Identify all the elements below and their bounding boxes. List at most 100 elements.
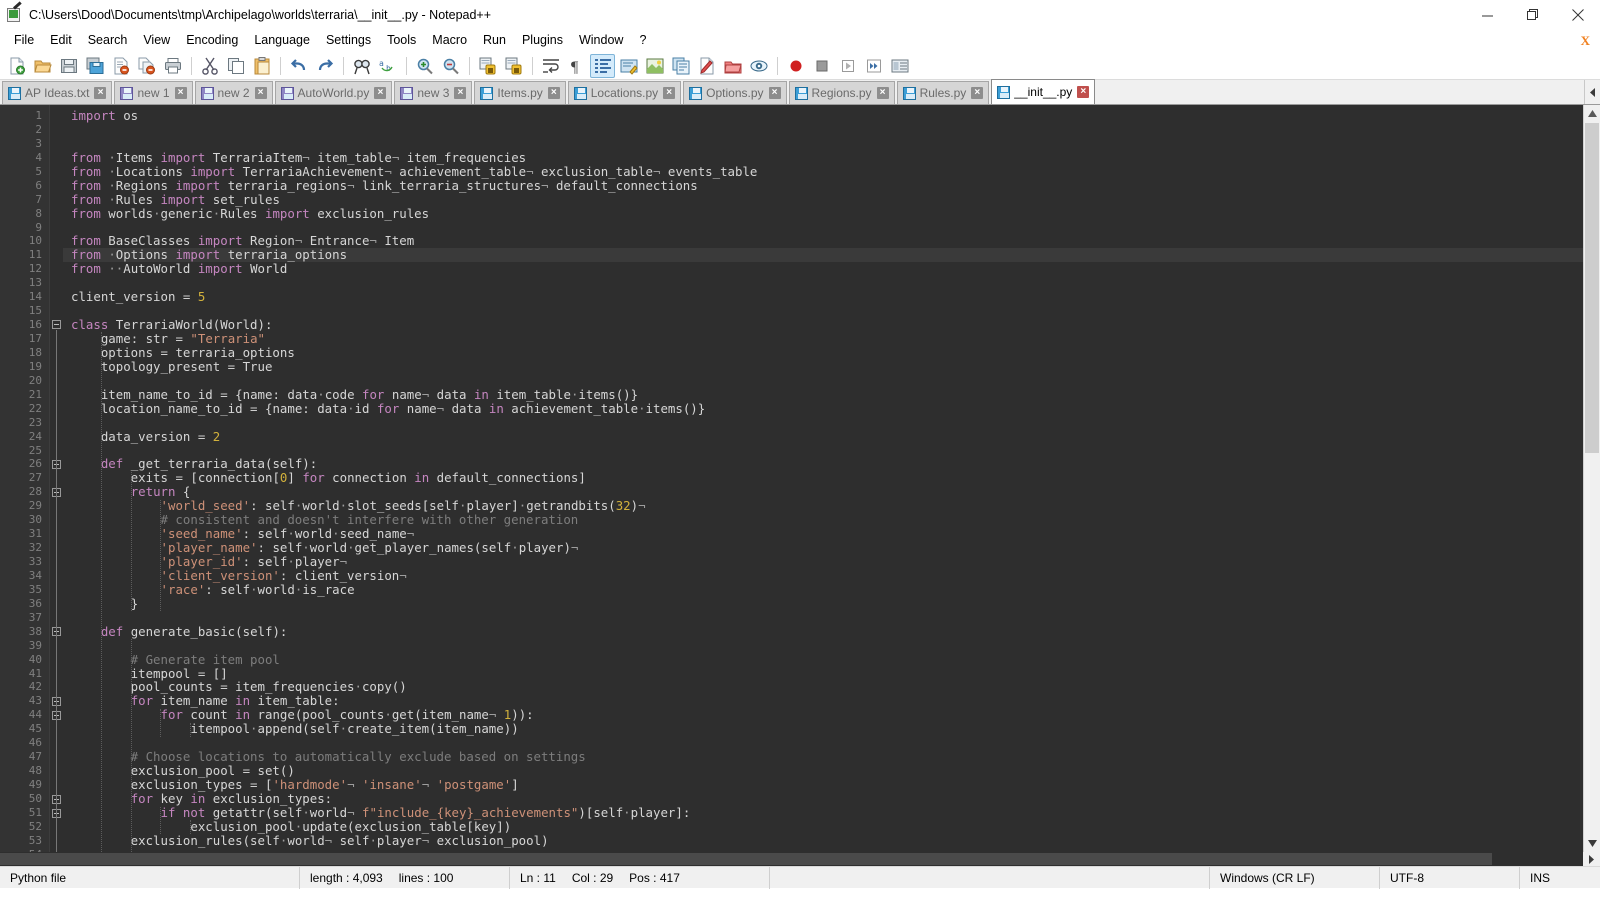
restore-button[interactable] <box>1510 0 1555 30</box>
code-line[interactable]: for count in range(pool_counts·get(item_… <box>63 708 1600 722</box>
sync-horizontal-icon[interactable] <box>501 54 526 78</box>
tab-close-button[interactable]: × <box>877 87 889 99</box>
code-line[interactable]: from ·Options import terraria_options <box>63 248 1600 262</box>
vertical-scrollbar[interactable] <box>1583 105 1600 852</box>
tab-ap-ideas-txt[interactable]: AP Ideas.txt × <box>2 81 112 104</box>
code-line[interactable]: } <box>63 597 1600 611</box>
code-line[interactable]: client_version = 5 <box>63 290 1600 304</box>
stop-macro-icon[interactable] <box>809 54 834 78</box>
code-line[interactable] <box>63 736 1600 750</box>
menu-search[interactable]: Search <box>80 31 136 51</box>
code-line[interactable] <box>63 416 1600 430</box>
close-file-icon[interactable] <box>108 54 133 78</box>
menu-plugins[interactable]: Plugins <box>514 31 571 51</box>
code-line[interactable]: pool_counts = item_frequencies·copy() <box>63 680 1600 694</box>
code-line[interactable]: import os <box>63 109 1600 123</box>
code-line[interactable]: class TerrariaWorld(World): <box>63 318 1600 332</box>
cut-icon[interactable] <box>197 54 222 78</box>
code-line[interactable]: 'client_version': client_version¬ <box>63 569 1600 583</box>
horizontal-scrollbar[interactable] <box>0 852 1583 866</box>
code-line[interactable]: # Generate item pool <box>63 653 1600 667</box>
paste-icon[interactable] <box>249 54 274 78</box>
zoom-in-icon[interactable] <box>412 54 437 78</box>
scroll-up-arrow[interactable] <box>1584 105 1600 122</box>
code-line[interactable]: from ·Items import TerrariaItem¬ item_ta… <box>63 151 1600 165</box>
show-all-chars-icon[interactable]: ¶ <box>564 54 589 78</box>
code-line[interactable]: for item_name in item_table: <box>63 694 1600 708</box>
word-wrap-icon[interactable] <box>538 54 563 78</box>
horizontal-scroll-thumb[interactable] <box>0 853 1492 865</box>
tab-new-2[interactable]: new 2 × <box>195 81 273 104</box>
code-text-area[interactable]: import os from ·Items import TerrariaIte… <box>63 105 1600 866</box>
tab-close-button[interactable]: × <box>971 87 983 99</box>
code-line[interactable]: return { <box>63 485 1600 499</box>
code-line[interactable]: # consistent and doesn't interfere with … <box>63 513 1600 527</box>
tab-close-button[interactable]: × <box>94 87 106 99</box>
eye-monitor-icon[interactable] <box>746 54 771 78</box>
tab-close-button[interactable]: × <box>454 87 466 99</box>
code-line[interactable] <box>63 221 1600 235</box>
code-line[interactable]: location_name_to_id = {name: data·id for… <box>63 402 1600 416</box>
code-editor[interactable]: 1234567891011121314151617181920212223242… <box>0 105 1600 866</box>
code-line[interactable]: exclusion_pool = set() <box>63 764 1600 778</box>
tab-new-3[interactable]: new 3 × <box>394 81 472 104</box>
tab-rules-py[interactable]: Rules.py × <box>897 81 990 104</box>
user-defined-dialog-icon[interactable] <box>616 54 641 78</box>
tab-new-1[interactable]: new 1 × <box>114 81 192 104</box>
tab-options-py[interactable]: Options.py × <box>683 81 786 104</box>
code-line[interactable]: exits = [connection[0] for connection in… <box>63 471 1600 485</box>
menu-help[interactable]: ? <box>631 31 654 51</box>
code-line[interactable]: item_name_to_id = {name: data·code for n… <box>63 388 1600 402</box>
tab-close-button[interactable]: × <box>374 87 386 99</box>
monitoring-icon[interactable] <box>720 54 745 78</box>
code-line[interactable]: def _get_terraria_data(self): <box>63 457 1600 471</box>
menu-settings[interactable]: Settings <box>318 31 379 51</box>
code-line[interactable]: from ··AutoWorld import World <box>63 262 1600 276</box>
save-all-icon[interactable] <box>82 54 107 78</box>
save-macro-icon[interactable] <box>887 54 912 78</box>
find-icon[interactable] <box>349 54 374 78</box>
close-button[interactable] <box>1555 0 1600 30</box>
zoom-out-icon[interactable] <box>438 54 463 78</box>
code-line[interactable]: if not getattr(self·world¬ f"include_{ke… <box>63 806 1600 820</box>
code-line[interactable]: data_version = 2 <box>63 430 1600 444</box>
status-encoding[interactable]: UTF-8 <box>1380 867 1520 889</box>
code-line[interactable]: from worlds·generic·Rules import exclusi… <box>63 207 1600 221</box>
tab-locations-py[interactable]: Locations.py × <box>568 81 681 104</box>
menu-file[interactable]: File <box>6 31 42 51</box>
open-file-icon[interactable] <box>30 54 55 78</box>
tab-autoworld-py[interactable]: AutoWorld.py × <box>275 81 393 104</box>
menu-macro[interactable]: Macro <box>424 31 475 51</box>
code-line[interactable]: 'race': self·world·is_race <box>63 583 1600 597</box>
vertical-scroll-thumb[interactable] <box>1585 123 1599 453</box>
code-line[interactable]: 'world_seed': self·world·slot_seeds[self… <box>63 499 1600 513</box>
code-line[interactable]: exclusion_rules(self·world¬ self·player¬… <box>63 834 1600 848</box>
code-line[interactable]: 'player_id': self·player¬ <box>63 555 1600 569</box>
code-line[interactable]: 'seed_name': self·world·seed_name¬ <box>63 527 1600 541</box>
save-icon[interactable] <box>56 54 81 78</box>
play-macro-icon[interactable] <box>835 54 860 78</box>
code-line[interactable] <box>63 137 1600 151</box>
code-folding-margin[interactable] <box>50 105 63 866</box>
scroll-down-arrow[interactable] <box>1584 835 1600 852</box>
undo-icon[interactable] <box>286 54 311 78</box>
code-line[interactable] <box>63 611 1600 625</box>
code-line[interactable]: # Choose locations to automatically excl… <box>63 750 1600 764</box>
close-all-icon[interactable] <box>134 54 159 78</box>
code-line[interactable]: topology_present = True <box>63 360 1600 374</box>
tab-scroll-right-button[interactable] <box>1584 80 1600 104</box>
record-macro-icon[interactable] <box>783 54 808 78</box>
code-line[interactable] <box>63 444 1600 458</box>
code-line[interactable] <box>63 123 1600 137</box>
menu-view[interactable]: View <box>135 31 178 51</box>
fold-toggle-icon[interactable] <box>52 320 61 329</box>
tab-close-button[interactable]: × <box>255 87 267 99</box>
folder-as-workspace-icon[interactable] <box>694 54 719 78</box>
menu-run[interactable]: Run <box>475 31 514 51</box>
code-line[interactable]: def generate_basic(self): <box>63 625 1600 639</box>
minimize-button[interactable] <box>1465 0 1510 30</box>
redo-icon[interactable] <box>312 54 337 78</box>
code-line[interactable] <box>63 304 1600 318</box>
code-line[interactable]: 'player_name': self·world·get_player_nam… <box>63 541 1600 555</box>
code-line[interactable] <box>63 639 1600 653</box>
